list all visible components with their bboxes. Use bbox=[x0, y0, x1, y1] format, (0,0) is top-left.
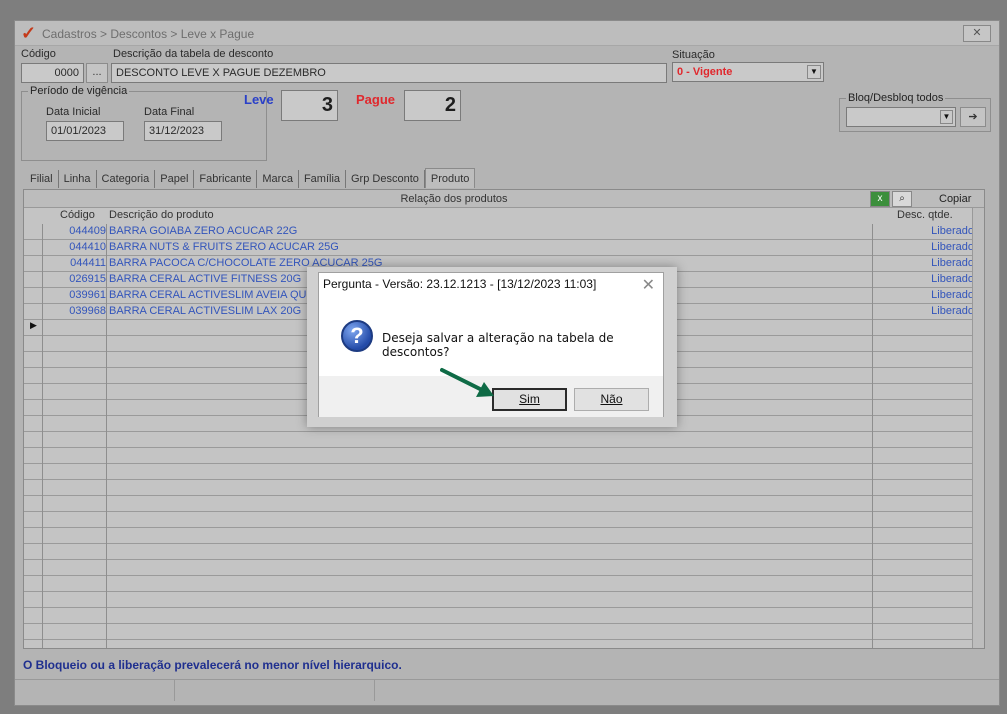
table-row[interactable] bbox=[24, 624, 984, 640]
data-inicial-field[interactable]: 01/01/2023 bbox=[46, 121, 124, 141]
descricao-field[interactable]: DESCONTO LEVE X PAGUE DEZEMBRO bbox=[111, 63, 667, 83]
no-button[interactable]: Não bbox=[574, 388, 649, 411]
data-final-field[interactable]: 31/12/2023 bbox=[144, 121, 222, 141]
situacao-select[interactable]: 0 - Vigente ▼ bbox=[672, 62, 824, 82]
tab-papel[interactable]: Papel bbox=[155, 170, 195, 188]
title-bar: ✓ Cadastros > Descontos > Leve x Pague ✕ bbox=[15, 21, 999, 46]
window-close-button[interactable]: ✕ bbox=[963, 25, 991, 42]
leve-label: Leve bbox=[244, 92, 274, 107]
row-codigo: 039961 bbox=[69, 289, 106, 301]
row-descricao: BARRA GOIABA ZERO ACUCAR 22G bbox=[109, 225, 298, 237]
grid-divider bbox=[42, 224, 43, 648]
tab-categoria[interactable]: Categoria bbox=[97, 170, 156, 188]
row-status: Liberado bbox=[931, 305, 974, 317]
bloq-select[interactable]: ▼ bbox=[846, 107, 956, 127]
codigo-lookup-button[interactable]: ... bbox=[86, 63, 108, 83]
row-codigo: 044411 bbox=[70, 257, 106, 269]
grid-divider bbox=[872, 224, 873, 648]
status-panel bbox=[175, 680, 375, 701]
row-descricao: BARRA NUTS & FRUITS ZERO ACUCAR 25G bbox=[109, 241, 339, 253]
no-label: Não bbox=[600, 392, 623, 406]
row-codigo: 039968 bbox=[69, 305, 106, 317]
row-status: Liberado bbox=[931, 241, 974, 253]
periodo-title: Período de vigência bbox=[28, 85, 130, 97]
bloq-title: Bloq/Desbloq todos bbox=[846, 92, 946, 104]
excel-icon[interactable]: x bbox=[870, 191, 890, 207]
window-title: Cadastros > Descontos > Leve x Pague bbox=[42, 27, 255, 41]
row-pointer-icon: ▶ bbox=[30, 320, 37, 330]
close-icon[interactable]: ✕ bbox=[642, 275, 655, 295]
tab-grp-desconto[interactable]: Grp Desconto bbox=[346, 170, 425, 188]
table-row[interactable] bbox=[24, 528, 984, 544]
grid-title: Relação dos produtos bbox=[400, 193, 508, 205]
table-row[interactable] bbox=[24, 464, 984, 480]
yes-button[interactable]: Sim bbox=[492, 388, 567, 411]
apply-bloq-icon[interactable]: ➔ bbox=[960, 107, 986, 127]
table-row[interactable] bbox=[24, 448, 984, 464]
table-row[interactable] bbox=[24, 544, 984, 560]
status-bar bbox=[15, 679, 999, 701]
col-desc-qtde[interactable]: Desc. qtde. bbox=[897, 209, 953, 223]
col-codigo[interactable]: Código bbox=[60, 209, 95, 223]
tab-familia[interactable]: Família bbox=[299, 170, 346, 188]
table-row[interactable] bbox=[24, 592, 984, 608]
tab-linha[interactable]: Linha bbox=[59, 170, 97, 188]
row-codigo: 044409 bbox=[69, 225, 106, 237]
pague-field[interactable]: 2 bbox=[404, 90, 461, 121]
situacao-label: Situação bbox=[672, 49, 715, 61]
row-status: Liberado bbox=[931, 289, 974, 301]
descricao-label: Descrição da tabela de desconto bbox=[113, 48, 274, 60]
vertical-scrollbar[interactable] bbox=[972, 208, 984, 648]
col-descricao[interactable]: Descrição do produto bbox=[109, 209, 214, 223]
data-inicial-label: Data Inicial bbox=[46, 106, 101, 118]
situacao-value: 0 - Vigente bbox=[677, 66, 733, 78]
table-row[interactable] bbox=[24, 496, 984, 512]
pague-label: Pague bbox=[356, 92, 396, 107]
app-logo-icon: ✓ bbox=[21, 23, 37, 43]
tab-produto[interactable]: Produto bbox=[424, 168, 476, 188]
tab-marca[interactable]: Marca bbox=[257, 170, 299, 188]
bloq-group: Bloq/Desbloq todos ▼ ➔ bbox=[839, 92, 991, 132]
table-row[interactable]: 044410 BARRA NUTS & FRUITS ZERO ACUCAR 25… bbox=[24, 240, 984, 256]
table-row[interactable] bbox=[24, 432, 984, 448]
row-codigo: 044410 bbox=[69, 241, 106, 253]
row-status: Liberado bbox=[931, 273, 974, 285]
search-icon[interactable]: ⌕ bbox=[892, 191, 912, 207]
grid-divider bbox=[106, 224, 107, 648]
chevron-down-icon[interactable]: ▼ bbox=[807, 65, 821, 79]
question-icon: ? bbox=[341, 320, 373, 352]
status-message: O Bloqueio ou a liberação prevalecerá no… bbox=[23, 658, 402, 672]
codigo-field[interactable]: 0000 bbox=[21, 63, 84, 83]
row-codigo: 026915 bbox=[69, 273, 106, 285]
copiar-button[interactable]: Copiar bbox=[939, 193, 971, 205]
tab-bar: Filial Linha Categoria Papel Fabricante … bbox=[25, 168, 476, 188]
periodo-group: Período de vigência Data Inicial 01/01/2… bbox=[21, 85, 267, 161]
tab-fabricante[interactable]: Fabricante bbox=[194, 170, 258, 188]
chevron-down-icon[interactable]: ▼ bbox=[940, 110, 953, 124]
grid-header: Relação dos produtos x ⌕ Copiar bbox=[24, 190, 984, 208]
data-final-label: Data Final bbox=[144, 106, 195, 118]
table-row[interactable] bbox=[24, 608, 984, 624]
status-panel bbox=[15, 680, 175, 701]
row-status: Liberado bbox=[931, 257, 974, 269]
yes-label: Sim bbox=[519, 392, 540, 406]
dialog-title: Pergunta - Versão: 23.12.1213 - [13/12/2… bbox=[323, 277, 597, 291]
table-row[interactable] bbox=[24, 480, 984, 496]
row-status: Liberado bbox=[931, 225, 974, 237]
tab-filial[interactable]: Filial bbox=[25, 170, 59, 188]
dialog-message: Deseja salvar a alteração na tabela de d… bbox=[382, 331, 614, 359]
codigo-label: Código bbox=[21, 48, 56, 60]
leve-field[interactable]: 3 bbox=[281, 90, 338, 121]
status-panel bbox=[375, 680, 995, 701]
table-row[interactable] bbox=[24, 512, 984, 528]
table-row[interactable] bbox=[24, 576, 984, 592]
table-row[interactable]: 044409 BARRA GOIABA ZERO ACUCAR 22G Libera… bbox=[24, 224, 984, 240]
annotation-arrow-icon bbox=[440, 368, 494, 397]
table-row[interactable] bbox=[24, 560, 984, 576]
